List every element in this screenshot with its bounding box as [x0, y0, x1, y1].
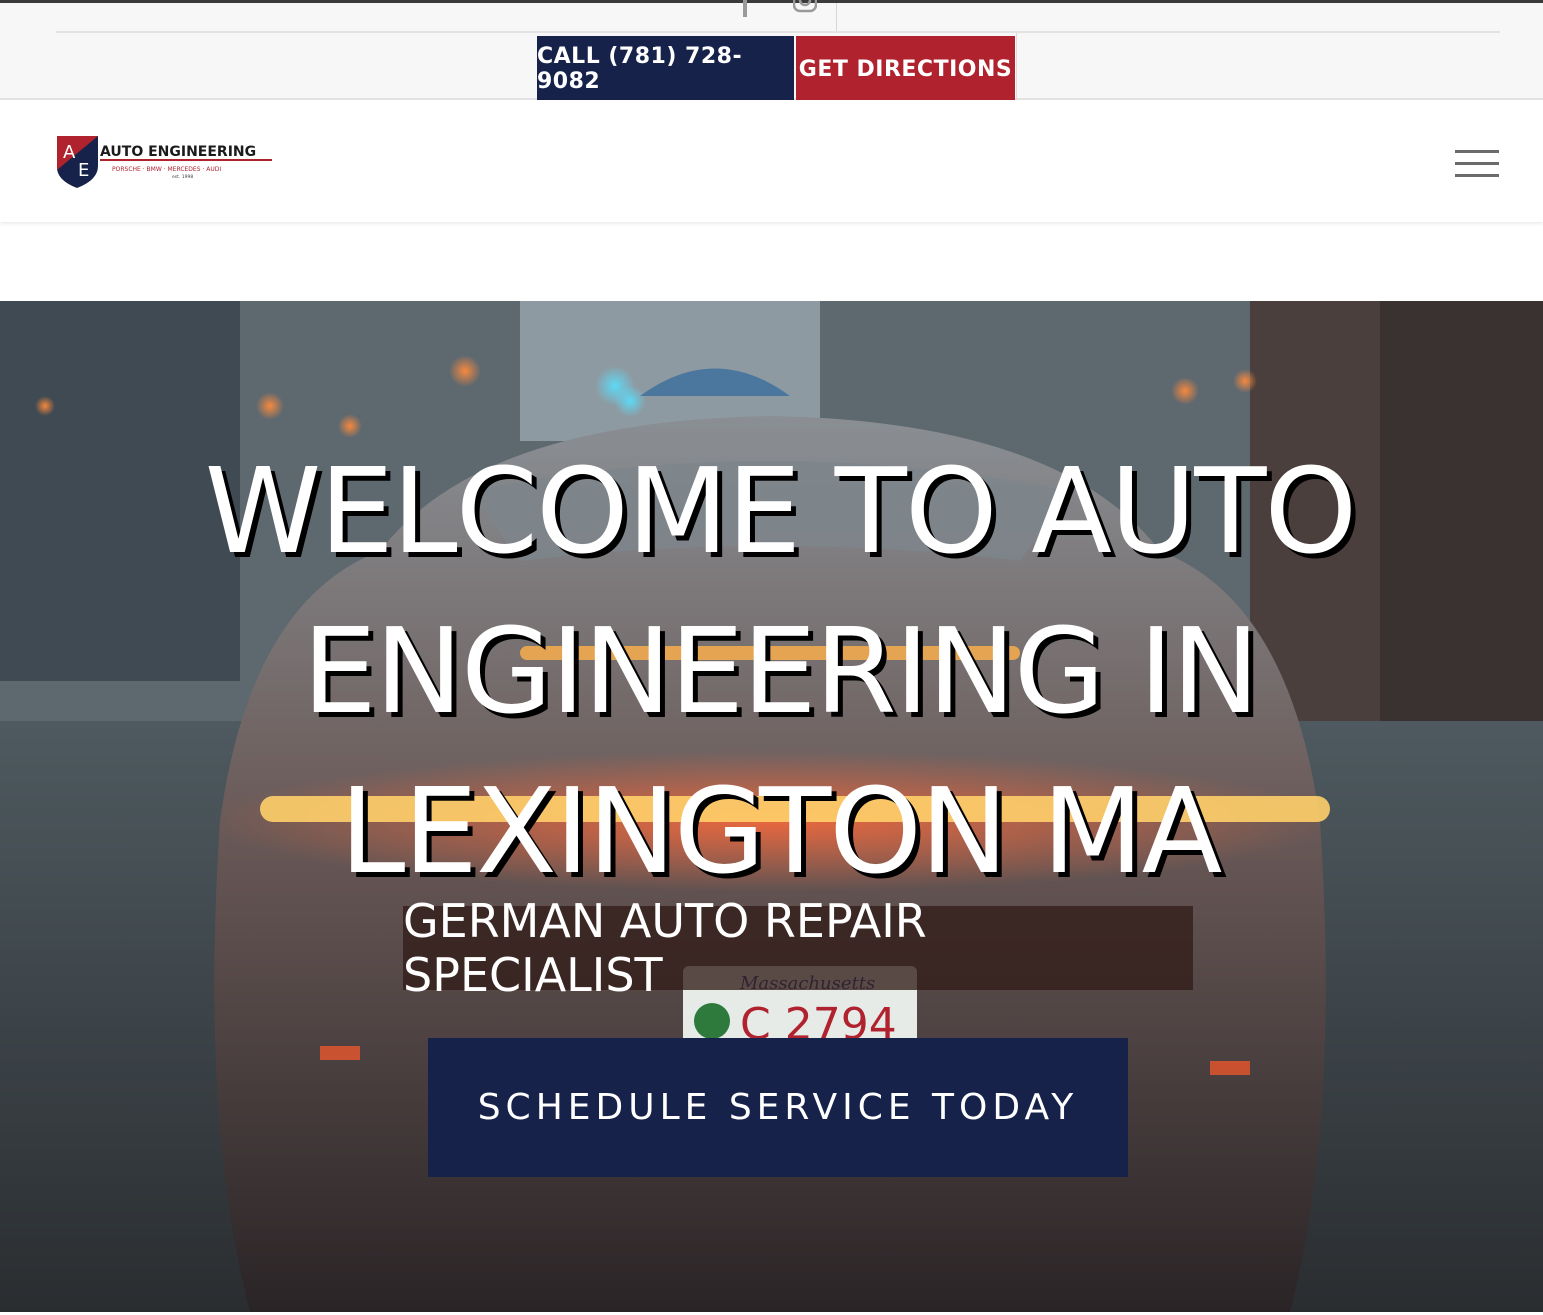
- facebook-icon[interactable]: [733, 0, 757, 17]
- hero-headline: WELCOME TO AUTO ENGINEERING IN LEXINGTON…: [204, 442, 1358, 900]
- auto-engineering-logo[interactable]: A E AUTO ENGINEERING PORSCHE · BMW · MER…: [56, 136, 272, 188]
- social-separator: [836, 3, 837, 31]
- top-utility-bar: CALL (781) 728-9082 GET DIRECTIONS: [0, 0, 1543, 102]
- get-directions-button[interactable]: GET DIRECTIONS: [796, 36, 1015, 102]
- hero-subheading: GERMAN AUTO REPAIR SPECIALIST: [403, 894, 1193, 1002]
- hero-section: Massachusetts C 2794 WELCOME TO AUTO ENG…: [0, 301, 1543, 1312]
- svg-text:A: A: [63, 142, 76, 163]
- svg-text:est. 1998: est. 1998: [172, 174, 193, 180]
- instagram-icon[interactable]: [793, 0, 817, 17]
- hamburger-icon[interactable]: [1455, 150, 1501, 180]
- svg-text:E: E: [78, 160, 89, 181]
- call-button[interactable]: CALL (781) 728-9082: [537, 36, 794, 102]
- buttons-separator: [1016, 33, 1017, 101]
- svg-text:PORSCHE · BMW · MERCEDES · AUD: PORSCHE · BMW · MERCEDES · AUDI: [112, 166, 221, 173]
- top-divider: [56, 31, 1500, 33]
- schedule-service-button[interactable]: SCHEDULE SERVICE TODAY: [428, 1038, 1128, 1177]
- site-header: A E AUTO ENGINEERING PORSCHE · BMW · MER…: [0, 100, 1543, 222]
- svg-text:AUTO ENGINEERING: AUTO ENGINEERING: [100, 144, 256, 160]
